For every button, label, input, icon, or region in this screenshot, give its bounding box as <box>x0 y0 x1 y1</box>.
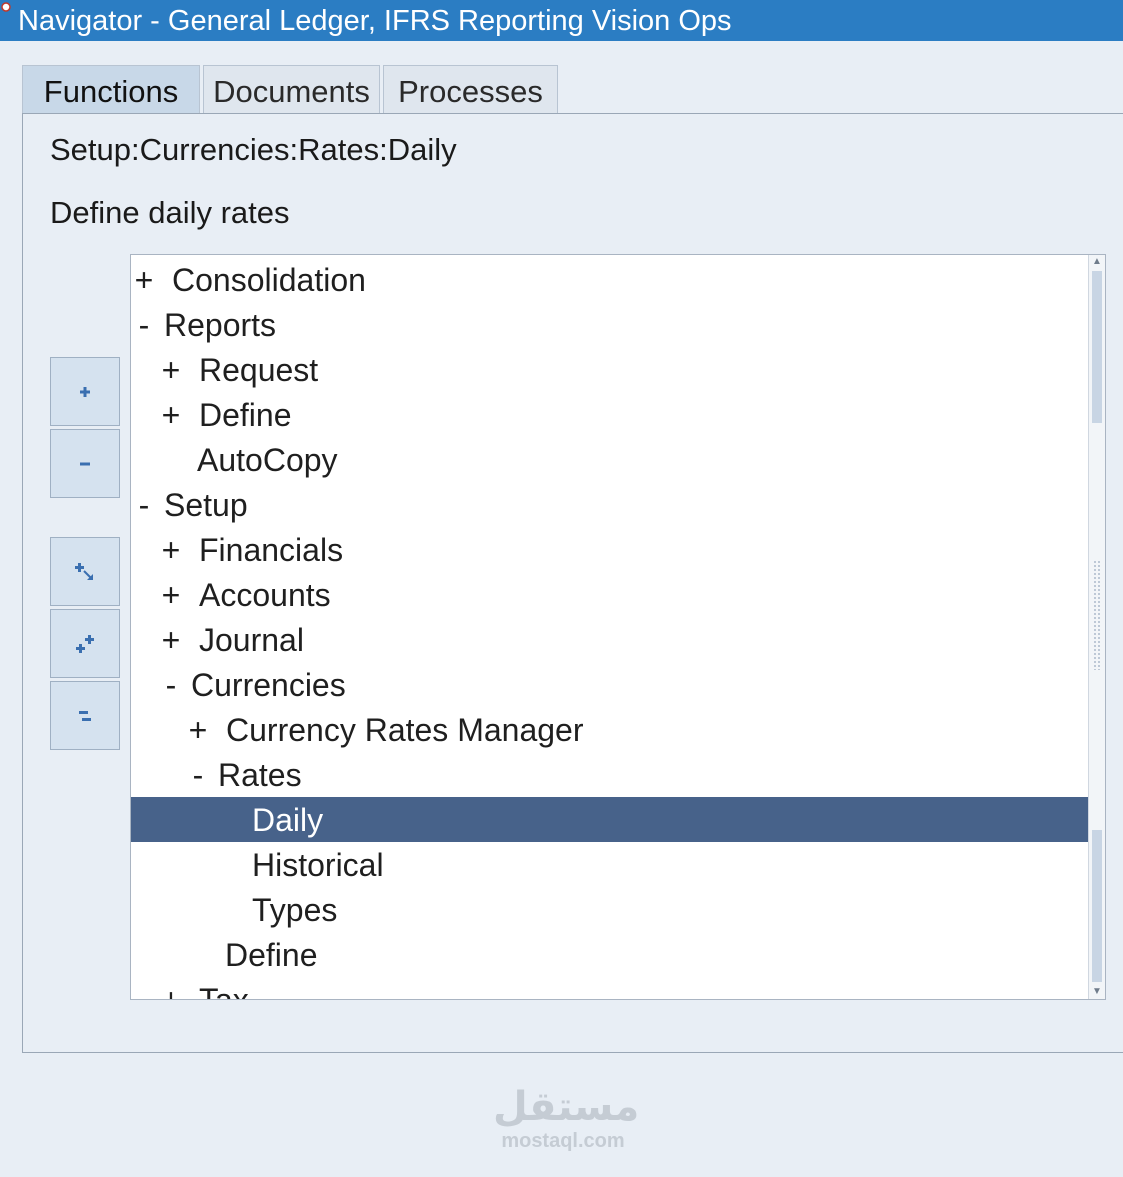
tab-functions[interactable]: Functions <box>22 65 200 115</box>
tree-item-label: Define <box>225 937 318 973</box>
expand-branch-button[interactable] <box>50 537 120 606</box>
tree-item-label: Reports <box>164 307 277 343</box>
scroll-up-arrow-icon[interactable]: ▲ <box>1089 255 1105 269</box>
function-tree[interactable]: + Consolidation - Reports + Request + Define Aut… <box>130 254 1106 1000</box>
tree-item-label: Currencies <box>191 667 346 703</box>
collapse-all-button[interactable] <box>50 681 120 750</box>
tree-item-label: Consolidation <box>172 262 366 298</box>
tree-item[interactable]: Define <box>131 932 1089 977</box>
tree-item[interactable]: + Define <box>131 392 1089 437</box>
tree-item-selected[interactable]: Daily <box>131 797 1089 842</box>
window-titlebar: Navigator - General Ledger, IFRS Reporti… <box>0 0 1123 41</box>
tree-item[interactable]: + Accounts <box>131 572 1089 617</box>
collapse-all-icon <box>79 710 91 721</box>
tree-expand-icon[interactable]: + <box>159 977 183 999</box>
watermark-logo: مستقل <box>493 1084 640 1130</box>
expand-all-button[interactable] <box>50 609 120 678</box>
watermark-url: mostaql.com <box>501 1130 625 1152</box>
scroll-track[interactable] <box>1092 830 1102 982</box>
collapse-button[interactable] <box>50 429 120 498</box>
tree-item[interactable]: - Reports <box>131 302 1089 347</box>
tab-processes[interactable]: Processes <box>383 65 558 113</box>
tree-item[interactable]: + Financials <box>131 527 1089 572</box>
tree-expand-icon[interactable]: + <box>132 257 156 303</box>
tree-item-label: Daily <box>252 802 324 838</box>
app-icon <box>1 2 11 12</box>
expand-button[interactable] <box>50 357 120 426</box>
tree-item-label: Financials <box>199 532 344 568</box>
expand-icon <box>80 386 90 397</box>
tree-item[interactable]: + Consolidation <box>131 257 1089 302</box>
tree-item[interactable]: Types <box>131 887 1089 932</box>
collapse-icon <box>80 462 90 465</box>
tree-collapse-icon[interactable]: - <box>159 662 183 708</box>
tree-expand-icon[interactable]: + <box>159 527 183 573</box>
tree-collapse-icon[interactable]: - <box>132 482 156 528</box>
tree-item-label: Define <box>199 397 292 433</box>
tree-expand-icon[interactable]: + <box>159 572 183 618</box>
tree-item-label: Journal <box>199 622 304 658</box>
tree-item[interactable]: + Currency Rates Manager <box>131 707 1089 752</box>
expand-all-icon <box>76 634 94 653</box>
tree-item-label: Historical <box>252 847 384 883</box>
tree-item[interactable]: - Currencies <box>131 662 1089 707</box>
tree-expand-icon[interactable]: + <box>186 707 210 753</box>
tree-item-label: Rates <box>218 757 302 793</box>
scroll-thumb-grip[interactable] <box>1093 560 1101 670</box>
tree-collapse-icon[interactable]: - <box>132 302 156 348</box>
tree-expand-icon[interactable]: + <box>159 617 183 663</box>
scroll-track[interactable] <box>1092 271 1102 423</box>
tab-documents[interactable]: Documents <box>203 65 380 113</box>
scroll-down-arrow-icon[interactable]: ▼ <box>1089 985 1105 999</box>
tree-item[interactable]: - Setup <box>131 482 1089 527</box>
tree-expand-icon[interactable]: + <box>159 347 183 393</box>
breadcrumb: Setup:Currencies:Rates:Daily <box>50 132 457 167</box>
window-title: Navigator - General Ledger, IFRS Reporti… <box>18 5 732 37</box>
tree-item-label: Tax <box>199 982 249 1000</box>
watermark: مستقل mostaql.com <box>493 1084 640 1153</box>
tree-item-label: Setup <box>164 487 248 523</box>
tree-item-label: Request <box>199 352 319 388</box>
tree-item-label: Types <box>252 892 338 928</box>
tree-collapse-icon[interactable]: - <box>186 752 210 798</box>
tree-item[interactable]: AutoCopy <box>131 437 1089 482</box>
tree-item-label: AutoCopy <box>197 442 338 478</box>
expand-branch-icon <box>75 562 93 580</box>
tree-scrollbar[interactable]: ▲ ▼ <box>1088 255 1105 999</box>
tree-item[interactable]: + Journal <box>131 617 1089 662</box>
tree-expand-icon[interactable]: + <box>159 392 183 438</box>
tree-item[interactable]: + Request <box>131 347 1089 392</box>
tree-item-label: Currency Rates Manager <box>226 712 584 748</box>
tree-item[interactable]: + Tax <box>131 977 1089 1000</box>
tree-item[interactable]: - Rates <box>131 752 1089 797</box>
function-description: Define daily rates <box>50 195 290 230</box>
tree-item[interactable]: Historical <box>131 842 1089 887</box>
tree-item-label: Accounts <box>199 577 331 613</box>
